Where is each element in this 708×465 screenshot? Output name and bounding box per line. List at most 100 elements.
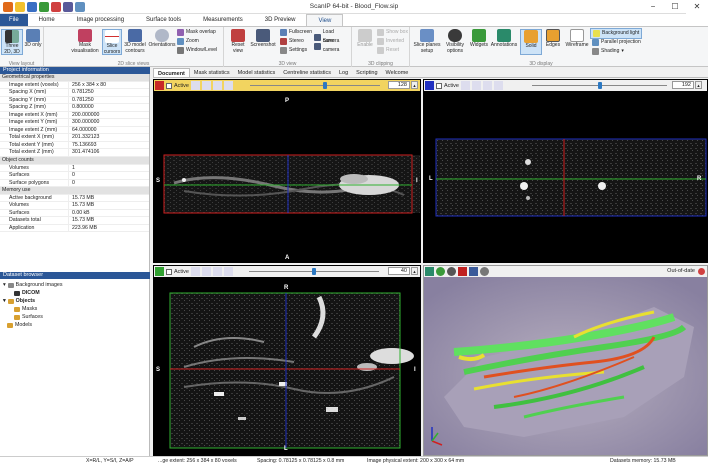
screenshot-icon[interactable] xyxy=(469,267,478,276)
tool-icon[interactable] xyxy=(212,81,222,90)
tab-image-processing[interactable]: Image processing xyxy=(66,14,135,26)
enable-button[interactable]: Enable xyxy=(354,29,376,49)
3d-only-button[interactable]: 3D only xyxy=(22,29,44,49)
tool-icon[interactable] xyxy=(223,267,233,276)
wireframe-button[interactable]: Wireframe xyxy=(564,29,590,49)
stereo-button[interactable]: Stereo xyxy=(280,37,304,46)
slice-cursors-button[interactable]: Slice cursors xyxy=(102,29,122,55)
tool-icon[interactable] xyxy=(190,81,200,90)
tool-icon[interactable] xyxy=(471,81,481,90)
slider-knob[interactable] xyxy=(597,82,602,89)
section-memory-use[interactable]: Memory use xyxy=(0,187,149,195)
tool-icon[interactable] xyxy=(223,81,233,90)
viewport-3d[interactable]: Out-of-date xyxy=(423,265,708,456)
mask-overlap-button[interactable]: Mask overlap xyxy=(177,28,216,37)
viewport-top-right[interactable]: Active 192 ▲ L R xyxy=(423,79,708,263)
refresh-icon[interactable] xyxy=(436,267,445,276)
fullscreen-button[interactable]: Fullscreen xyxy=(280,28,312,37)
shading-button[interactable]: Shading ▾ xyxy=(592,47,624,56)
slice-number-input[interactable]: 128 xyxy=(388,81,410,89)
active-checkbox[interactable] xyxy=(436,82,442,89)
maximize-viewport-icon[interactable] xyxy=(425,267,434,276)
slice-number-input[interactable]: 40 xyxy=(388,267,410,275)
tool-icon[interactable] xyxy=(201,267,211,276)
slice-slider[interactable] xyxy=(532,82,667,89)
tab-surface-tools[interactable]: Surface tools xyxy=(135,14,192,26)
settings-icon[interactable] xyxy=(480,267,489,276)
active-checkbox[interactable] xyxy=(166,82,172,89)
tree-background-images[interactable]: ▾ Background images xyxy=(3,282,63,288)
viewport-bottom-left[interactable]: Active 40 ▲ R L S I xyxy=(153,265,421,456)
spin-arrows[interactable]: ▲ xyxy=(411,81,418,89)
slice-slider[interactable] xyxy=(249,268,379,275)
edges-button[interactable]: Edges xyxy=(542,29,564,49)
tree-masks[interactable]: Masks xyxy=(14,306,37,312)
tab-mask-statistics[interactable]: Mask statistics xyxy=(190,68,234,77)
tree-label: Surfaces xyxy=(22,314,43,320)
slider-knob[interactable] xyxy=(312,268,316,275)
prop-value: 301.474106 xyxy=(68,149,149,157)
section-object-counts[interactable]: Object counts xyxy=(0,157,149,165)
close-button[interactable]: ✕ xyxy=(686,0,708,14)
tab-home[interactable]: Home xyxy=(28,14,66,26)
tab-model-statistics[interactable]: Model statistics xyxy=(234,68,280,77)
tree-dicom[interactable]: DICOM xyxy=(14,290,40,296)
inverted-button[interactable]: Inverted xyxy=(377,37,404,46)
spin-arrows[interactable]: ▲ xyxy=(411,267,418,275)
tab-file[interactable]: File xyxy=(0,14,28,26)
maximize-button[interactable]: ☐ xyxy=(664,0,686,14)
solid-button[interactable]: Solid xyxy=(520,29,542,55)
active-checkbox[interactable] xyxy=(166,268,172,275)
prop-key: Surface polygons xyxy=(9,179,50,186)
tab-welcome[interactable]: Welcome xyxy=(382,68,413,77)
tool-icon[interactable] xyxy=(201,81,211,90)
box-icon xyxy=(377,29,384,36)
prop-row: Surfaces 0 xyxy=(0,172,149,180)
tab-scripting[interactable]: Scripting xyxy=(352,68,381,77)
minimize-button[interactable]: − xyxy=(642,0,664,14)
layout-icon xyxy=(5,30,19,43)
maximize-viewport-icon[interactable] xyxy=(425,81,434,90)
three-2d-3d-button[interactable]: Three 2D, 3D xyxy=(1,29,23,55)
tool-icon[interactable] xyxy=(482,81,492,90)
settings-button[interactable]: Settings xyxy=(280,46,307,55)
tab-centreline-statistics[interactable]: Centreline statistics xyxy=(279,68,335,77)
tree-models[interactable]: Models xyxy=(7,322,32,328)
maximize-viewport-icon[interactable] xyxy=(155,267,164,276)
save-camera-button[interactable]: Save camera xyxy=(314,37,351,55)
window-level-button[interactable]: Window/Level xyxy=(177,46,217,55)
tool-icon[interactable] xyxy=(460,81,470,90)
slice-slider[interactable] xyxy=(250,82,380,89)
spin-arrows[interactable]: ▲ xyxy=(695,81,702,89)
maximize-viewport-icon[interactable] xyxy=(155,81,164,90)
visibility-options-button[interactable]: Visibility options xyxy=(442,29,468,54)
mask-visualisation-button[interactable]: Mask visualisation xyxy=(70,29,100,54)
reset-clip-button[interactable]: Reset xyxy=(377,46,399,55)
slider-knob[interactable] xyxy=(323,82,328,89)
slice-number-input[interactable]: 192 xyxy=(672,81,694,89)
tab-measurements[interactable]: Measurements xyxy=(192,14,254,26)
orientations-button[interactable]: Orientations xyxy=(148,29,176,49)
model-contours-button[interactable]: 3D model contours xyxy=(122,29,148,54)
tab-document[interactable]: Document xyxy=(153,68,190,77)
annotations-button[interactable]: Annotations xyxy=(490,29,518,49)
viewport-top-left[interactable]: Active 128 ▲ P A S I xyxy=(153,79,421,263)
tree-surfaces[interactable]: Surfaces xyxy=(14,314,43,320)
reset-view-button[interactable]: Reset view xyxy=(227,29,249,54)
tool-icon[interactable] xyxy=(190,267,200,276)
slice-planes-setup-button[interactable]: Slice planes setup xyxy=(412,29,442,54)
zoom-button[interactable]: Zoom xyxy=(177,37,199,46)
widgets-button[interactable]: Widgets xyxy=(468,29,490,49)
tool-icon[interactable] xyxy=(212,267,222,276)
tab-view[interactable]: View xyxy=(306,14,344,26)
cancel-icon[interactable] xyxy=(458,267,467,276)
tab-log[interactable]: Log xyxy=(335,68,352,77)
section-geometrical[interactable]: Geometrical properties xyxy=(0,74,149,82)
gear-icon[interactable] xyxy=(447,267,456,276)
tool-icon[interactable] xyxy=(493,81,503,90)
tree-objects[interactable]: ▾ Objects xyxy=(3,298,35,304)
parallel-projection-button[interactable]: Parallel projection xyxy=(592,38,641,47)
screenshot-button[interactable]: Screenshot xyxy=(249,29,277,49)
tab-3d-preview[interactable]: 3D Preview xyxy=(254,14,307,26)
show-box-button[interactable]: Show box xyxy=(377,28,408,37)
